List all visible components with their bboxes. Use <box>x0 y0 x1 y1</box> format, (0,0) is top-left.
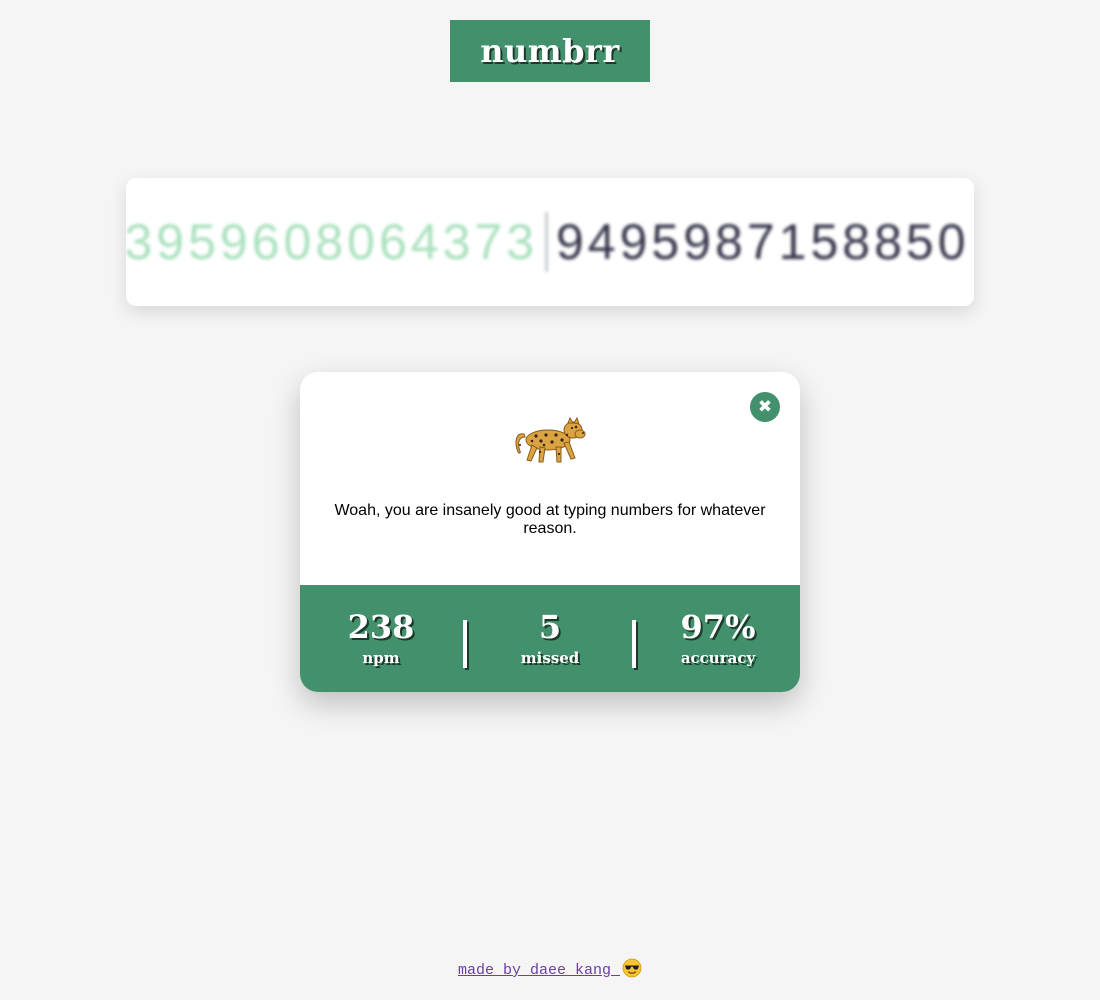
sunglasses-face-icon <box>622 958 642 983</box>
missed-label: missed <box>520 649 580 667</box>
close-icon: ✖ <box>757 397 773 417</box>
stat-divider <box>632 620 636 668</box>
npm-stat: 238 npm <box>311 607 451 669</box>
number-typing-field[interactable]: 3959608064373 9495987158850 <box>126 178 974 306</box>
typing-track: 3959608064373 9495987158850 <box>126 178 974 306</box>
missed-stat: 5 missed <box>480 607 620 669</box>
app-logo[interactable]: numbrr <box>450 20 650 82</box>
typed-digits: 3959608064373 <box>126 214 538 270</box>
accuracy-stat: 97% accuracy <box>648 607 788 669</box>
leopard-icon <box>510 408 590 468</box>
results-modal: ✖ Woah, you are insanely good at typing … <box>300 372 800 692</box>
stats-bar: 238 npm 5 missed 97% accuracy <box>300 585 800 692</box>
upcoming-digits: 9495987158850 <box>556 214 970 270</box>
page: numbrr 3959608064373 9495987158850 ✖ Woa… <box>0 0 1100 1000</box>
stat-divider <box>463 620 467 668</box>
accuracy-value: 97% <box>680 608 756 646</box>
close-modal-button[interactable]: ✖ <box>750 392 780 422</box>
author-credit-text: made by daee kang <box>457 962 621 979</box>
result-message: Woah, you are insanely good at typing nu… <box>334 502 766 537</box>
npm-label: npm <box>362 649 400 667</box>
typing-cursor <box>545 212 548 272</box>
accuracy-label: accuracy <box>680 649 756 667</box>
missed-value: 5 <box>538 608 562 646</box>
footer: made by daee kang <box>0 958 1100 983</box>
npm-value: 238 <box>347 608 415 646</box>
author-credit-link[interactable]: made by daee kang <box>457 958 642 979</box>
